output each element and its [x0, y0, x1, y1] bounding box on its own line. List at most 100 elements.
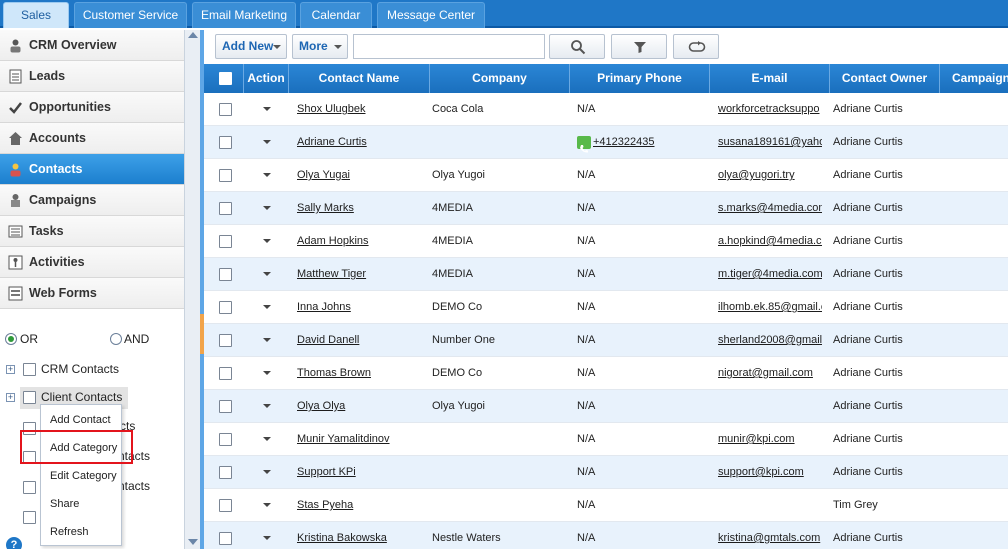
table-row[interactable]: Kristina Bakowska Nestle Waters N/A kristin…: [204, 522, 1008, 549]
contact-name-link[interactable]: Matthew Tiger: [297, 258, 427, 291]
row-action-chevron-icon[interactable]: [263, 305, 271, 309]
header-contact-owner[interactable]: Contact Owner: [830, 64, 940, 93]
scroll-up-icon[interactable]: [188, 32, 198, 38]
header-primary-phone[interactable]: Primary Phone: [570, 64, 710, 93]
row-action-chevron-icon[interactable]: [263, 437, 271, 441]
header-contact-name[interactable]: Contact Name: [289, 64, 430, 93]
category-checkbox[interactable]: [23, 391, 36, 404]
header-campaign[interactable]: Campaign: [940, 64, 1008, 93]
more-button[interactable]: More: [292, 34, 348, 59]
email-link[interactable]: m.tiger@4media.com: [718, 258, 822, 291]
menu-item-share[interactable]: Share: [41, 490, 121, 518]
sidebar-item-activities[interactable]: Activities: [0, 247, 184, 278]
contact-name-link[interactable]: Shox Ulugbek: [297, 93, 427, 126]
email-link[interactable]: sherland2008@gmail.: [718, 324, 822, 357]
sidebar-item-opportunities[interactable]: Opportunities: [0, 92, 184, 123]
expand-icon[interactable]: +: [6, 393, 15, 402]
email-link[interactable]: a.hopkind@4media.co: [718, 225, 822, 258]
sidebar-item-campaigns[interactable]: Campaigns: [0, 185, 184, 216]
table-row[interactable]: Thomas Brown DEMO Co N/A nigorat@gmail.com A…: [204, 357, 1008, 390]
row-checkbox[interactable]: [219, 499, 232, 512]
tab-calendar[interactable]: Calendar: [300, 2, 372, 28]
row-action-chevron-icon[interactable]: [263, 404, 271, 408]
select-all-checkbox[interactable]: [219, 72, 232, 85]
table-row[interactable]: Support KPi N/A support@kpi.com Adriane Cur…: [204, 456, 1008, 489]
sidebar-scrollbar[interactable]: [184, 30, 200, 549]
row-checkbox[interactable]: [219, 169, 232, 182]
tab-customer-service[interactable]: Customer Service: [74, 2, 187, 28]
table-row[interactable]: Sally Marks 4MEDIA N/A s.marks@4media.com Ad…: [204, 192, 1008, 225]
email-link[interactable]: susana189161@yaho: [718, 126, 822, 159]
row-action-chevron-icon[interactable]: [263, 371, 271, 375]
contact-name-link[interactable]: Kristina Bakowska: [297, 522, 427, 549]
tab-message-center[interactable]: Message Center: [377, 2, 485, 28]
contact-name-link[interactable]: Inna Johns: [297, 291, 427, 324]
contact-name-link[interactable]: Thomas Brown: [297, 357, 427, 390]
email-link[interactable]: ilhomb.ek.85@gmail.c: [718, 291, 822, 324]
row-checkbox[interactable]: [219, 202, 232, 215]
sidebar-item-web-forms[interactable]: Web Forms: [0, 278, 184, 309]
row-checkbox[interactable]: [219, 400, 232, 413]
category-checkbox[interactable]: [23, 481, 36, 494]
tab-sales[interactable]: Sales: [3, 2, 69, 28]
email-link[interactable]: [718, 489, 822, 522]
table-row[interactable]: Adriane Curtis +412322435 susana189161@yah…: [204, 126, 1008, 159]
table-row[interactable]: Olya Yugai Olya Yugoi N/A olya@yugori.try Ad…: [204, 159, 1008, 192]
table-row[interactable]: Stas Pyeha N/A Tim Grey: [204, 489, 1008, 522]
row-checkbox[interactable]: [219, 334, 232, 347]
table-row[interactable]: Matthew Tiger 4MEDIA N/A m.tiger@4media.com…: [204, 258, 1008, 291]
row-action-chevron-icon[interactable]: [263, 206, 271, 210]
row-action-chevron-icon[interactable]: [263, 272, 271, 276]
email-link[interactable]: olya@yugori.try: [718, 159, 822, 192]
row-action-chevron-icon[interactable]: [263, 107, 271, 111]
table-row[interactable]: Olya Olya Olya Yugoi N/A Adriane Curtis: [204, 390, 1008, 423]
search-input[interactable]: [353, 34, 545, 59]
help-icon[interactable]: ?: [6, 537, 22, 549]
contact-name-link[interactable]: Stas Pyeha: [297, 489, 427, 522]
header-company[interactable]: Company: [430, 64, 570, 93]
email-link[interactable]: munir@kpi.com: [718, 423, 822, 456]
table-row[interactable]: Munir Yamalitdinov N/A munir@kpi.com Adrian…: [204, 423, 1008, 456]
row-checkbox[interactable]: [219, 532, 232, 545]
email-link[interactable]: s.marks@4media.com: [718, 192, 822, 225]
filter-button[interactable]: [611, 34, 667, 59]
phone-cell[interactable]: +412322435: [577, 126, 707, 159]
row-checkbox[interactable]: [219, 466, 232, 479]
sidebar-item-leads[interactable]: Leads: [0, 61, 184, 92]
category-client-contacts[interactable]: Client Contacts: [41, 390, 122, 404]
scroll-down-icon[interactable]: [188, 539, 198, 545]
email-link[interactable]: [718, 390, 822, 423]
and-radio[interactable]: [110, 333, 122, 345]
contact-name-link[interactable]: Support KPi: [297, 456, 427, 489]
row-checkbox[interactable]: [219, 103, 232, 116]
row-action-chevron-icon[interactable]: [263, 338, 271, 342]
contact-name-link[interactable]: Sally Marks: [297, 192, 427, 225]
row-checkbox[interactable]: [219, 235, 232, 248]
table-row[interactable]: Adam Hopkins 4MEDIA N/A a.hopkind@4media.co…: [204, 225, 1008, 258]
row-action-chevron-icon[interactable]: [263, 536, 271, 540]
sidebar-item-tasks[interactable]: Tasks: [0, 216, 184, 247]
row-checkbox[interactable]: [219, 268, 232, 281]
expand-icon[interactable]: +: [6, 365, 15, 374]
row-action-chevron-icon[interactable]: [263, 503, 271, 507]
email-link[interactable]: support@kpi.com: [718, 456, 822, 489]
table-row[interactable]: Shox Ulugbek Coca Cola N/A workforcetracksu…: [204, 93, 1008, 126]
row-checkbox[interactable]: [219, 301, 232, 314]
row-checkbox[interactable]: [219, 367, 232, 380]
contact-name-link[interactable]: Olya Yugai: [297, 159, 427, 192]
contact-name-link[interactable]: Adriane Curtis: [297, 126, 427, 159]
table-row[interactable]: Inna Johns DEMO Co N/A ilhomb.ek.85@gmail.c…: [204, 291, 1008, 324]
email-link[interactable]: workforcetracksuppo: [718, 93, 822, 126]
category-crm-contacts[interactable]: CRM Contacts: [41, 362, 119, 376]
contact-name-link[interactable]: Adam Hopkins: [297, 225, 427, 258]
phone-icon[interactable]: [577, 135, 591, 153]
add-new-button[interactable]: Add New: [215, 34, 287, 59]
header-select-all[interactable]: [204, 64, 244, 93]
contact-name-link[interactable]: David Danell: [297, 324, 427, 357]
table-row[interactable]: David Danell Number One N/A sherland2008@gm…: [204, 324, 1008, 357]
or-radio[interactable]: [5, 333, 17, 345]
category-checkbox[interactable]: [23, 363, 36, 376]
contact-name-link[interactable]: Olya Olya: [297, 390, 427, 423]
menu-item-edit-category[interactable]: Edit Category: [41, 462, 121, 490]
email-link[interactable]: nigorat@gmail.com: [718, 357, 822, 390]
